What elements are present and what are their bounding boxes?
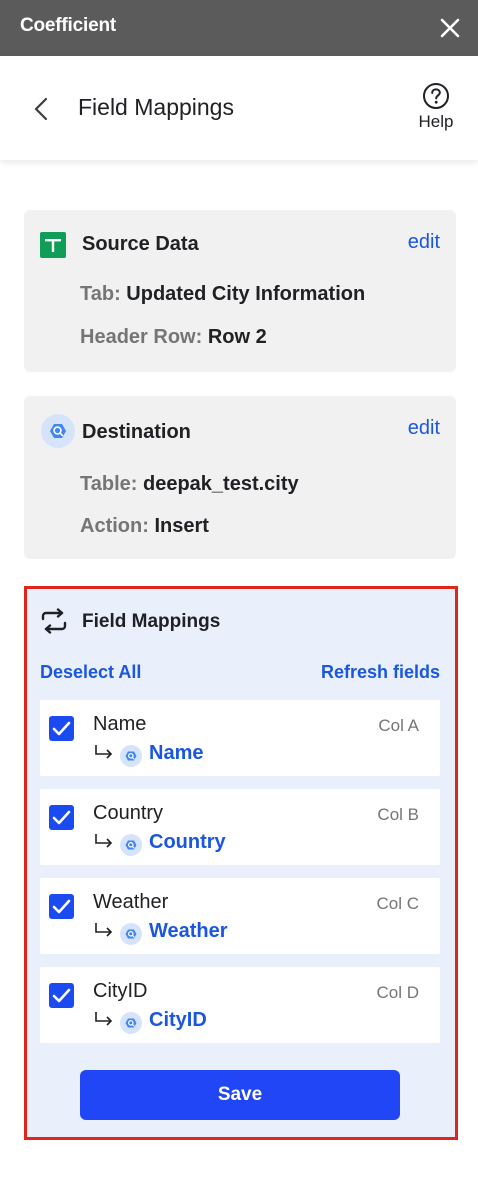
source-field-name: CityID xyxy=(93,980,148,1002)
bigquery-icon xyxy=(40,413,76,454)
title-bar: Coefficient xyxy=(0,0,478,56)
save-button[interactable]: Save xyxy=(80,1070,400,1120)
help-circle-icon xyxy=(410,82,462,110)
subdirectory-arrow-icon xyxy=(94,922,116,940)
action-value: Insert xyxy=(154,515,209,537)
checkbox-checked-icon[interactable] xyxy=(49,983,74,1008)
column-label: Col C xyxy=(376,894,419,913)
help-label: Help xyxy=(418,112,454,131)
source-field-name: Weather xyxy=(93,891,169,913)
source-tab-row: Tab: Updated City Information xyxy=(80,283,365,306)
bigquery-icon xyxy=(120,1012,142,1034)
destination-title: Destination xyxy=(82,421,191,443)
destination-action-row: Action: Insert xyxy=(80,515,209,538)
checkbox-checked-icon[interactable] xyxy=(49,805,74,830)
source-edit-link[interactable]: edit xyxy=(408,231,440,254)
page-header: Field Mappings Help xyxy=(0,56,478,160)
header-row-value: Row 2 xyxy=(207,326,267,348)
destination-field-name: Name xyxy=(149,742,204,764)
bigquery-icon xyxy=(120,923,142,945)
source-data-title: Source Data xyxy=(82,233,199,255)
tab-value: Updated City Information xyxy=(126,283,366,305)
destination-field-name: CityID xyxy=(149,1009,207,1031)
checkbox-checked-icon[interactable] xyxy=(49,716,74,741)
sync-arrows-icon xyxy=(39,608,69,634)
field-mapping-row[interactable]: Country Col B Country xyxy=(40,789,440,865)
subdirectory-arrow-icon xyxy=(94,744,116,762)
action-key: Action: xyxy=(80,515,149,537)
close-icon[interactable] xyxy=(436,14,464,42)
destination-card: Destination edit Table: deepak_test.city… xyxy=(24,396,456,559)
source-field-name: Name xyxy=(93,713,147,735)
destination-field-name: Weather xyxy=(149,920,228,942)
column-label: Col B xyxy=(377,805,419,824)
destination-table-row: Table: deepak_test.city xyxy=(80,473,299,496)
field-mapping-row[interactable]: Name Col A Name xyxy=(40,700,440,776)
chevron-left-icon[interactable] xyxy=(30,96,54,122)
subdirectory-arrow-icon xyxy=(94,1011,116,1029)
checkbox-checked-icon[interactable] xyxy=(49,894,74,919)
source-field-name: Country xyxy=(93,802,164,824)
header-row-row: Header Row: Row 2 xyxy=(80,326,267,349)
page-title: Field Mappings xyxy=(78,94,234,120)
field-mapping-row[interactable]: CityID Col D CityID xyxy=(40,967,440,1043)
tab-key: Tab: xyxy=(80,283,121,305)
header-row-key: Header Row: xyxy=(80,326,203,348)
subdirectory-arrow-icon xyxy=(94,833,116,851)
bigquery-icon xyxy=(120,834,142,856)
bigquery-icon xyxy=(120,745,142,767)
source-data-card: Source Data edit Tab: Updated City Infor… xyxy=(24,210,456,372)
column-label: Col A xyxy=(378,716,419,735)
refresh-fields-link[interactable]: Refresh fields xyxy=(321,662,440,683)
field-mappings-title: Field Mappings xyxy=(82,611,221,632)
table-key: Table: xyxy=(80,473,138,495)
destination-field-name: Country xyxy=(149,831,226,853)
app-title: Coefficient xyxy=(20,15,116,36)
field-mappings-panel: Field Mappings Deselect All Refresh fiel… xyxy=(24,586,458,1140)
deselect-all-link[interactable]: Deselect All xyxy=(40,662,141,683)
table-value: deepak_test.city xyxy=(142,473,299,495)
field-mapping-row[interactable]: Weather Col C Weather xyxy=(40,878,440,954)
help-button[interactable]: Help xyxy=(410,82,462,138)
google-sheets-icon xyxy=(40,232,66,263)
destination-edit-link[interactable]: edit xyxy=(408,417,440,440)
column-label: Col D xyxy=(376,983,419,1002)
